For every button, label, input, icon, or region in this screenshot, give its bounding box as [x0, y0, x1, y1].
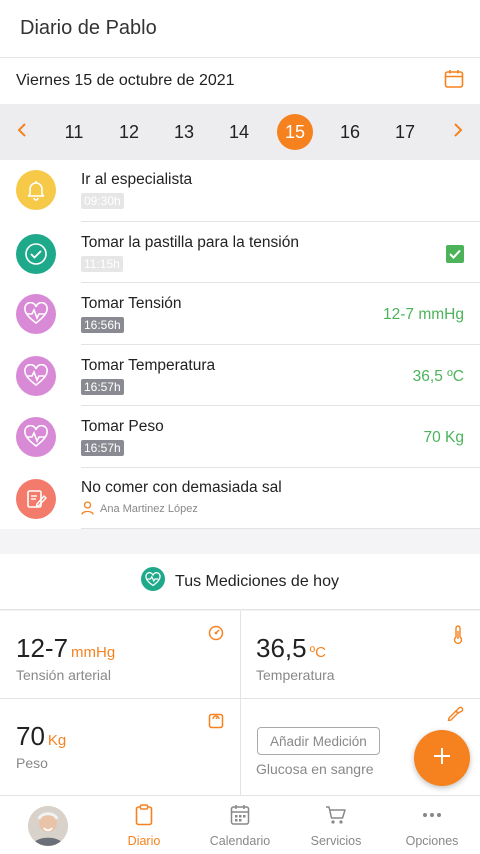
- temperature-card[interactable]: 36,5 ºC Temperatura: [240, 611, 480, 703]
- week-selector: 11 12 13 14 15 16 17: [0, 104, 480, 160]
- heart-pulse-icon: [16, 417, 56, 457]
- day-12[interactable]: 12: [111, 114, 147, 150]
- day-11[interactable]: 11: [56, 114, 92, 150]
- measurement-label: Temperatura: [256, 667, 335, 683]
- tab-label: Calendario: [209, 834, 271, 848]
- bottom-tab-bar: Diario Calendario Servicios Opciones: [0, 795, 480, 854]
- note-title: No comer con demasiada sal: [81, 478, 282, 496]
- page-title: Diario de Pablo: [20, 17, 157, 39]
- tab-label: Servicios: [310, 834, 362, 848]
- edit-icon: [16, 478, 56, 519]
- weight-card[interactable]: 70 Kg Peso: [0, 699, 240, 791]
- tab-servicios[interactable]: Servicios: [288, 804, 384, 848]
- chevron-right-icon: [453, 122, 463, 143]
- plus-icon: [432, 746, 452, 771]
- measurement-label: Glucosa en sangre: [256, 761, 374, 777]
- cart-icon: [325, 804, 347, 829]
- list-item[interactable]: No comer con demasiada sal Ana Martinez …: [0, 468, 480, 529]
- task-time: 16:56h: [81, 317, 124, 333]
- tab-label: Diario: [127, 834, 161, 848]
- day-14[interactable]: 14: [221, 114, 257, 150]
- tab-diario[interactable]: Diario: [96, 804, 192, 848]
- calendar-icon[interactable]: [444, 69, 464, 94]
- chevron-left-icon: [17, 122, 27, 143]
- task-value: 70 Kg: [423, 429, 464, 446]
- gauge-icon: [208, 625, 224, 646]
- tab-label: Opciones: [405, 834, 459, 848]
- measurement-value: 12-7 mmHg: [16, 633, 116, 663]
- measurements-title: Tus Mediciones de hoy: [175, 572, 339, 590]
- blood-pressure-card[interactable]: 12-7 mmHg Tensión arterial: [0, 611, 240, 703]
- task-title: Tomar Tensión: [81, 295, 182, 312]
- thermometer-icon: [452, 625, 464, 650]
- task-time: 16:57h: [81, 378, 124, 395]
- task-title: Tomar la pastilla para la tensión: [81, 233, 299, 251]
- task-title: Ir al especialista: [81, 171, 193, 188]
- list-item[interactable]: Tomar Peso 16:57h 70 Kg: [0, 406, 480, 468]
- measurements-header: Tus Mediciones de hoy: [0, 554, 480, 610]
- measurement-unit: ºC: [309, 644, 326, 661]
- task-time: 11:15h: [81, 255, 123, 272]
- measurement-unit: Kg: [47, 732, 67, 749]
- more-icon: [421, 804, 443, 829]
- divider: [81, 528, 480, 529]
- calendar-icon: [230, 804, 250, 829]
- measurement-value: 70 Kg: [16, 721, 67, 751]
- day-15-selected[interactable]: 15: [277, 114, 313, 150]
- author-name: Ana Martinez López: [100, 503, 198, 515]
- note-author: Ana Martinez López: [81, 500, 198, 518]
- bell-icon: [16, 170, 56, 210]
- app-header: Diario de Pablo: [0, 0, 480, 58]
- date-bar: Viernes 15 de octubre de 2021: [0, 58, 480, 104]
- measurement-unit: mmHg: [71, 644, 116, 661]
- measurements-grid: 12-7 mmHg Tensión arterial 36,5 ºC Tempera…: [0, 611, 480, 795]
- day-16[interactable]: 16: [332, 114, 368, 150]
- measurement-label: Peso: [16, 755, 48, 771]
- avatar[interactable]: [28, 806, 68, 846]
- tab-calendario[interactable]: Calendario: [192, 804, 288, 848]
- current-date: Viernes 15 de octubre de 2021: [16, 72, 235, 89]
- task-title: Tomar Peso: [81, 418, 164, 435]
- add-fab-button[interactable]: [414, 730, 470, 786]
- task-value: 12-7 mmHg: [383, 306, 464, 323]
- task-title: Tomar Temperatura: [81, 356, 216, 374]
- day-17[interactable]: 17: [387, 114, 423, 150]
- measurement-value: 36,5 ºC: [256, 633, 326, 663]
- user-icon: [81, 500, 94, 518]
- list-item[interactable]: Ir al especialista 09:30h: [0, 160, 480, 222]
- check-circle-icon: [16, 233, 56, 274]
- add-measurement-button[interactable]: Añadir Medición: [257, 727, 380, 755]
- heart-pulse-icon: [16, 355, 56, 396]
- task-list: Ir al especialista 09:30h Tomar la pasti…: [0, 160, 480, 529]
- task-time: 09:30h: [81, 193, 124, 209]
- clipboard-icon: [135, 804, 153, 829]
- next-week-button[interactable]: [440, 104, 476, 160]
- pipette-icon: [446, 703, 464, 726]
- task-time: 16:57h: [81, 440, 124, 456]
- heart-pulse-icon: [16, 294, 56, 334]
- task-value: 36,5 ºC: [412, 367, 464, 385]
- heart-pulse-icon: [141, 567, 166, 596]
- completed-checkbox[interactable]: [446, 244, 464, 268]
- prev-week-button[interactable]: [4, 104, 40, 160]
- day-13[interactable]: 13: [166, 114, 202, 150]
- measurement-label: Tensión arterial: [16, 667, 111, 683]
- tab-opciones[interactable]: Opciones: [384, 804, 480, 848]
- list-item[interactable]: Tomar la pastilla para la tensión 11:15h: [0, 222, 480, 283]
- list-item[interactable]: Tomar Tensión 16:56h 12-7 mmHg: [0, 283, 480, 345]
- scale-icon: [208, 713, 224, 734]
- list-item[interactable]: Tomar Temperatura 16:57h 36,5 ºC: [0, 345, 480, 406]
